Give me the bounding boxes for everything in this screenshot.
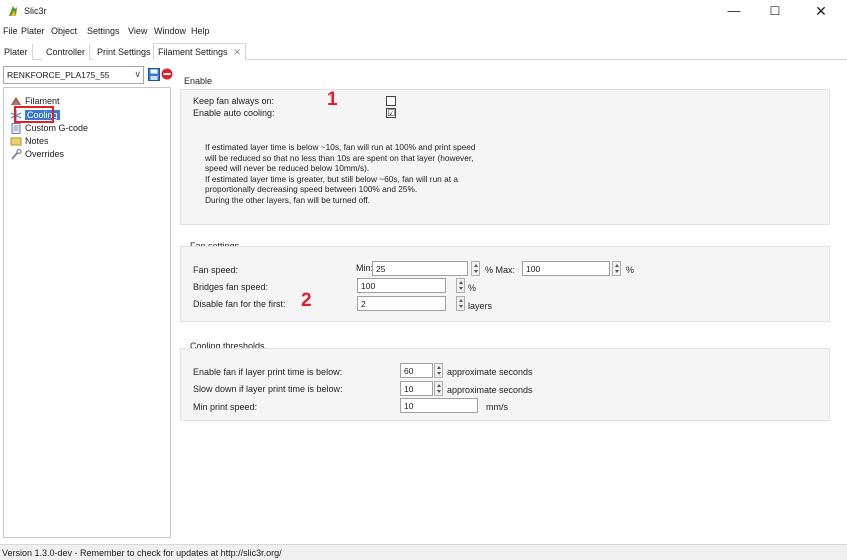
enable-below-spinner[interactable] <box>434 363 443 378</box>
cooling-description: If estimated layer time is below ~10s, f… <box>205 142 545 206</box>
tab-controller[interactable]: Controller <box>42 44 91 60</box>
min-print-speed-unit: mm/s <box>486 402 508 412</box>
min-print-speed-label: Min print speed: <box>193 402 258 412</box>
close-window-button[interactable]: ✕ <box>804 2 838 20</box>
bridges-fan-unit: % <box>468 283 477 293</box>
highlight-box <box>14 106 54 123</box>
delete-preset-icon[interactable] <box>161 68 173 80</box>
fan-settings-group: Fan speed: Min: 25 % Max: 100 % Bridges … <box>180 246 830 322</box>
tree-item-custom-gcode[interactable]: Custom G-code <box>10 122 88 134</box>
tree-item-label: Filament <box>25 96 60 106</box>
wrench-icon <box>11 148 22 160</box>
slowdown-spinner[interactable] <box>434 381 443 396</box>
description-line: will be reduced so that no less than 10s… <box>205 152 474 163</box>
menu-file[interactable]: File <box>3 26 18 36</box>
cooling-settings-panel: Enable Keep fan always on: Enable auto c… <box>176 65 847 538</box>
slic3r-logo-icon <box>9 6 17 16</box>
tree-item-notes[interactable]: Notes <box>10 135 49 147</box>
fan-min-input[interactable]: 25 <box>372 261 468 276</box>
tab-plater[interactable]: Plater <box>0 44 33 60</box>
enable-below-unit: approximate seconds <box>447 367 533 377</box>
auto-cooling-label: Enable auto cooling: <box>193 108 275 118</box>
disable-fan-label: Disable fan for the first: <box>193 299 286 309</box>
tab-filament-settings[interactable]: Filament Settings ✕ <box>153 43 247 61</box>
annotation-1: 1 <box>327 89 338 110</box>
enable-group: Keep fan always on: Enable auto cooling:… <box>180 89 830 225</box>
annotation-2: 2 <box>301 290 312 311</box>
preset-bar: RENKFORCE_PLA175_55 ∨ <box>3 65 173 85</box>
keep-fan-checkbox[interactable] <box>386 96 396 106</box>
menu-help[interactable]: Help <box>191 26 210 36</box>
settings-tree: Filament Cooling Custom G-code Notes Ove… <box>3 87 171 538</box>
slowdown-label: Slow down if layer print time is below: <box>193 384 343 394</box>
description-line: speed will never be reduced below 10mm/s… <box>205 163 370 174</box>
maximize-button[interactable]: ☐ <box>758 2 792 20</box>
enable-below-label: Enable fan if layer print time is below: <box>193 367 343 377</box>
tab-label: Plater <box>4 47 28 57</box>
disable-fan-unit: layers <box>468 301 493 311</box>
menu-plater[interactable]: Plater <box>21 26 45 36</box>
fan-max-input[interactable]: 100 <box>522 261 610 276</box>
tree-item-overrides[interactable]: Overrides <box>10 148 64 160</box>
fan-max-unit: % <box>626 265 635 275</box>
description-line: During the other layers, fan will be tur… <box>205 194 370 205</box>
disable-fan-input[interactable]: 2 <box>357 296 446 311</box>
bridges-fan-spinner[interactable] <box>456 278 465 293</box>
fan-max-label: % Max: <box>485 265 516 275</box>
document-icon <box>11 122 21 134</box>
description-line: If estimated layer time is below ~10s, f… <box>205 142 476 152</box>
minimize-button[interactable]: — <box>717 2 751 20</box>
menu-bar: File Plater Object Settings View Window … <box>0 23 847 39</box>
description-line: If estimated layer time is greater, but … <box>205 173 458 184</box>
tree-item-label: Custom G-code <box>25 123 89 133</box>
tab-print-settings[interactable]: Print Settings <box>93 44 156 60</box>
tree-item-label: Overrides <box>25 149 65 159</box>
title-bar: Slic3r — ☐ ✕ <box>0 0 847 22</box>
spool-icon <box>11 96 21 105</box>
min-print-speed-input[interactable]: 10 <box>400 398 478 413</box>
description-line: proportionally decreasing speed between … <box>205 184 418 195</box>
save-preset-icon[interactable] <box>148 68 160 81</box>
tab-label: Print Settings <box>97 47 151 57</box>
enable-below-input[interactable]: 60 <box>400 363 433 378</box>
bridges-fan-input[interactable]: 100 <box>357 278 446 293</box>
menu-window[interactable]: Window <box>154 26 186 36</box>
menu-settings[interactable]: Settings <box>87 26 120 36</box>
slowdown-unit: approximate seconds <box>447 385 533 395</box>
slowdown-input[interactable]: 10 <box>400 381 433 396</box>
tab-label: Filament Settings <box>158 47 228 57</box>
tab-close-icon[interactable]: ✕ <box>234 47 242 57</box>
preset-value: RENKFORCE_PLA175_55 <box>7 70 110 80</box>
tab-bar: Plater Controller Print Settings Filamen… <box>0 42 847 61</box>
menu-object[interactable]: Object <box>51 26 77 36</box>
fan-speed-label: Fan speed: <box>193 265 239 275</box>
tree-item-label: Notes <box>25 136 49 146</box>
cooling-thresholds-group: Enable fan if layer print time is below:… <box>180 348 830 421</box>
disable-fan-spinner[interactable] <box>456 296 465 311</box>
keep-fan-label: Keep fan always on: <box>193 96 275 106</box>
menu-view[interactable]: View <box>128 26 147 36</box>
enable-title: Enable <box>184 76 213 86</box>
status-text: Version 1.3.0-dev - Remember to check fo… <box>2 548 282 558</box>
chevron-down-icon: ∨ <box>134 69 141 79</box>
bridges-fan-label: Bridges fan speed: <box>193 282 269 292</box>
note-icon <box>10 137 22 145</box>
fan-max-spinner[interactable] <box>612 261 621 276</box>
tab-label: Controller <box>46 47 86 57</box>
auto-cooling-checkbox[interactable]: ☑ <box>386 108 396 118</box>
window-title: Slic3r <box>24 6 47 16</box>
fan-min-label: Min: <box>356 263 374 273</box>
fan-min-spinner[interactable] <box>471 261 480 276</box>
preset-select[interactable]: RENKFORCE_PLA175_55 ∨ <box>3 66 144 84</box>
status-bar: Version 1.3.0-dev - Remember to check fo… <box>0 544 847 560</box>
